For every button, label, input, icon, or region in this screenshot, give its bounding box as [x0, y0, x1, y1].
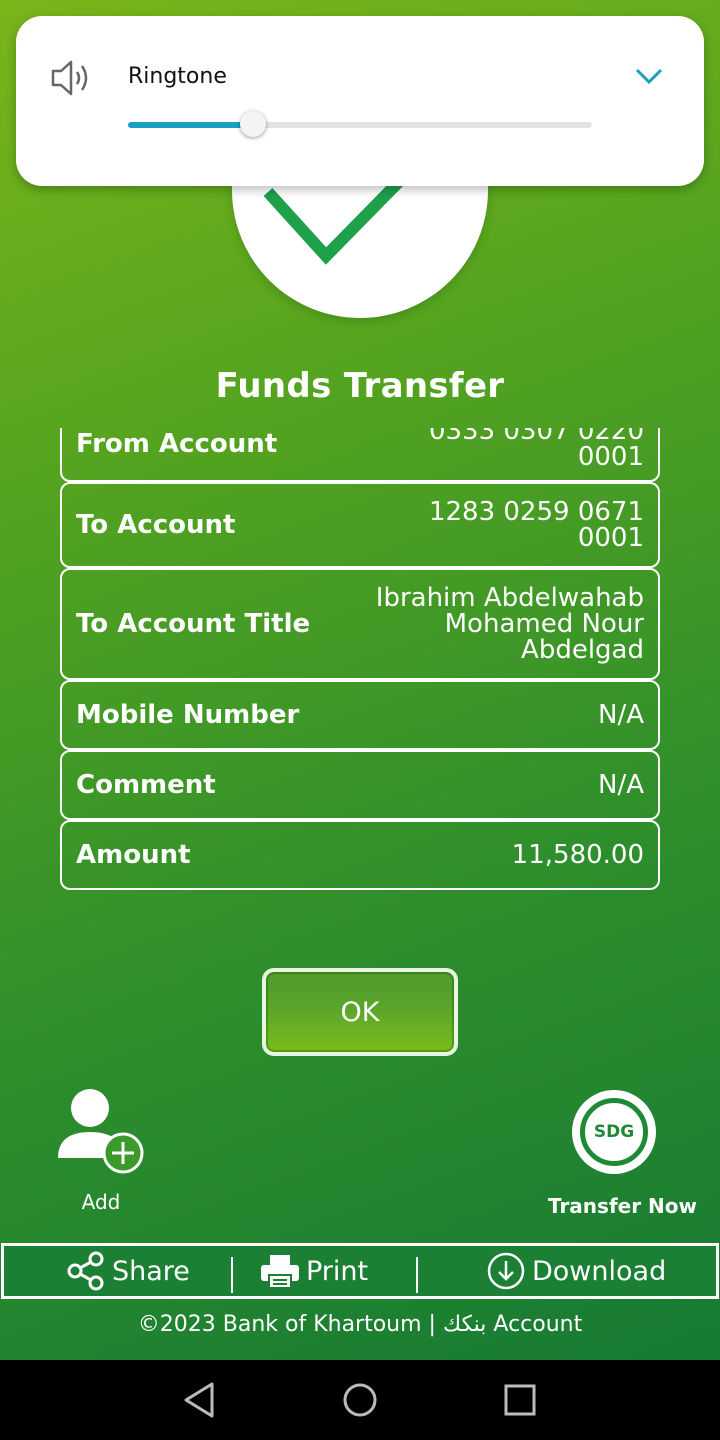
add-beneficiary-button[interactable]: Add [54, 1088, 148, 1218]
volume-slider[interactable] [128, 111, 592, 137]
footer-copyright: ©2023 Bank of Khartoum | بنكك Account [137, 1312, 583, 1337]
back-icon[interactable] [180, 1380, 220, 1420]
add-label: Add [81, 1190, 121, 1214]
detail-row-amount: Amount 11,580.00 [60, 820, 660, 890]
detail-row-comment: Comment N/A [60, 750, 660, 820]
volume-stream-label: Ringtone [128, 64, 227, 89]
divider [231, 1257, 233, 1293]
detail-label: From Account [76, 429, 278, 459]
detail-value: N/A [598, 770, 644, 800]
detail-row-from-account: From Account 0333 0307 0220 0001 [60, 428, 660, 482]
sdg-badge: SDG [580, 1098, 648, 1166]
add-user-icon [58, 1089, 144, 1174]
detail-value: N/A [598, 700, 644, 730]
volume-panel: Ringtone [16, 16, 704, 186]
ok-button[interactable]: OK [262, 968, 458, 1056]
download-icon [487, 1252, 525, 1290]
app-screen: Funds Transfer From Account 0333 0307 02… [0, 0, 720, 1360]
detail-value: 0333 0307 0220 0001 [428, 428, 644, 472]
share-button[interactable]: Share [66, 1246, 190, 1296]
detail-value: 11,580.00 [511, 840, 644, 870]
print-label: Print [306, 1255, 369, 1287]
download-button[interactable]: Download [486, 1246, 666, 1296]
download-label: Download [532, 1255, 667, 1287]
sdg-icon: SDG [572, 1090, 656, 1174]
detail-label: To Account [76, 510, 236, 540]
detail-label: Mobile Number [76, 700, 300, 730]
divider [416, 1257, 418, 1293]
transfer-now-button[interactable]: SDG Transfer Now [548, 1088, 697, 1228]
chevron-down-icon[interactable] [634, 66, 664, 86]
printer-icon [261, 1255, 299, 1289]
page-title: Funds Transfer [215, 366, 505, 406]
volume-slider-fill [128, 122, 254, 128]
transfer-now-label: Transfer Now [548, 1194, 697, 1218]
detail-row-to-account: To Account 1283 0259 0671 0001 [60, 482, 660, 568]
recents-icon[interactable] [500, 1380, 540, 1420]
detail-label: To Account Title [76, 609, 311, 639]
detail-row-to-account-title: To Account Title Ibrahim Abdelwahab Moha… [60, 568, 660, 680]
speaker-icon[interactable] [50, 58, 94, 98]
detail-label: Amount [76, 840, 191, 870]
detail-label: Comment [76, 770, 216, 800]
detail-row-mobile-number: Mobile Number N/A [60, 680, 660, 750]
print-button[interactable]: Print [260, 1246, 368, 1296]
transfer-details: From Account 0333 0307 0220 0001 To Acco… [60, 428, 660, 890]
home-icon[interactable] [340, 1380, 380, 1420]
share-icon [67, 1251, 104, 1291]
system-nav-bar [0, 1360, 720, 1440]
share-label: Share [112, 1255, 190, 1287]
volume-slider-thumb[interactable] [240, 111, 267, 137]
detail-value: 1283 0259 0671 0001 [428, 497, 644, 553]
detail-value: Ibrahim Abdelwahab Mohamed Nour Abdelgad [375, 583, 644, 665]
action-bar: Share Print Download [1, 1243, 719, 1299]
